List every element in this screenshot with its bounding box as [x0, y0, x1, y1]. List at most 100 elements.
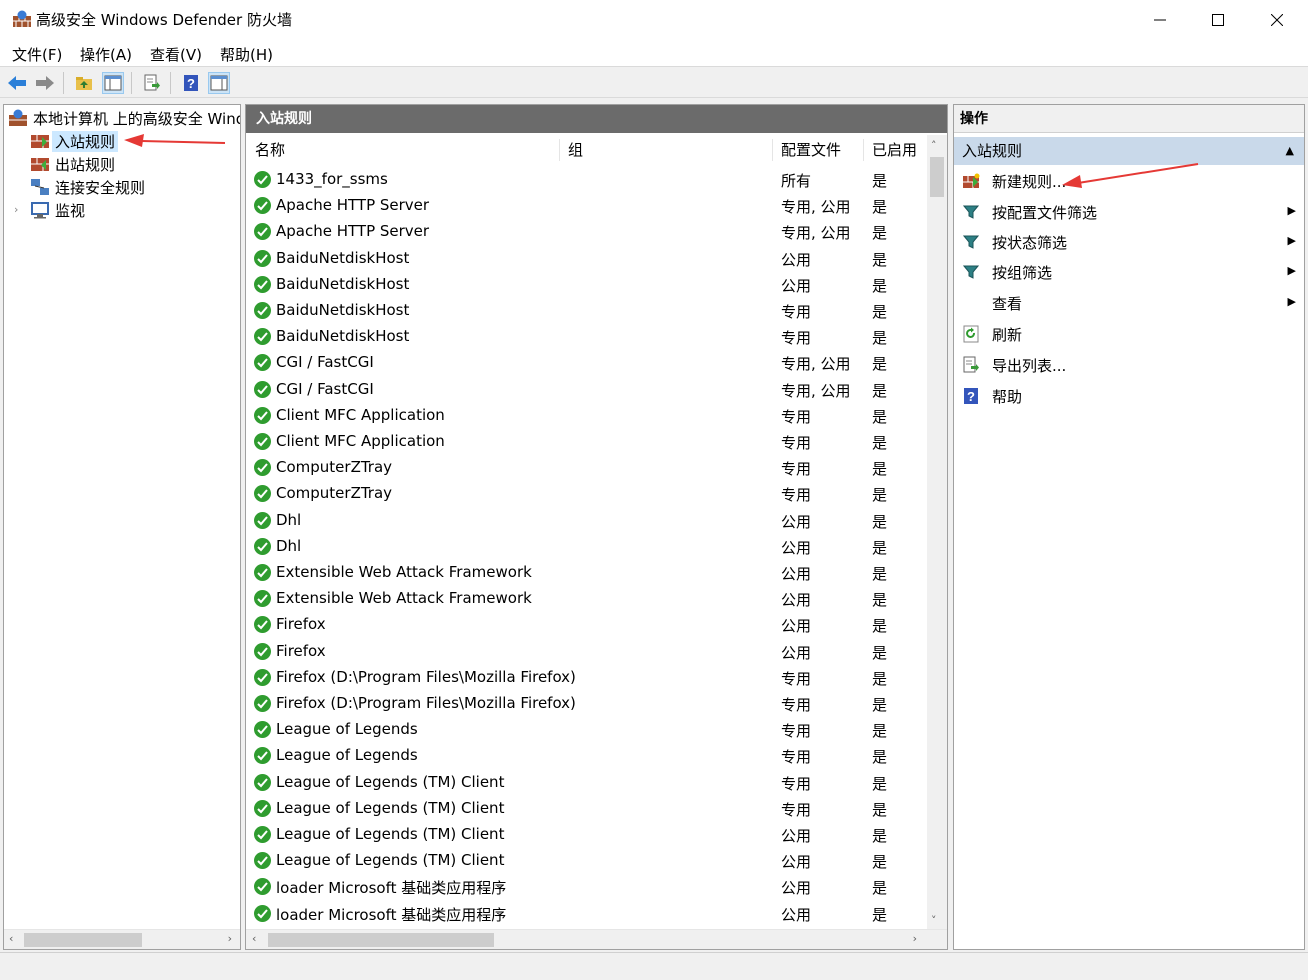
tree-horizontal-scrollbar[interactable]: ‹ ›: [4, 929, 240, 949]
scroll-left-icon[interactable]: ‹: [252, 932, 256, 945]
table-row[interactable]: League of Legends (TM) Client 公用 是: [246, 848, 926, 874]
tree-item-monitoring[interactable]: 监视: [30, 199, 85, 221]
action-help[interactable]: ? 帮助: [954, 382, 1304, 410]
action-filter-by-group[interactable]: 按组筛选 ▶: [954, 258, 1304, 286]
maximize-button[interactable]: [1188, 0, 1248, 40]
actions-section-inbound-rules[interactable]: 入站规则 ▲: [954, 137, 1304, 165]
table-row[interactable]: ComputerZTray 专用 是: [246, 481, 926, 507]
forward-button[interactable]: [34, 72, 56, 94]
table-row[interactable]: BaiduNetdiskHost 专用 是: [246, 298, 926, 324]
table-row[interactable]: CGI / FastCGI 专用, 公用 是: [246, 350, 926, 376]
action-filter-by-state[interactable]: 按状态筛选 ▶: [954, 228, 1304, 256]
table-row[interactable]: Firefox (D:\Program Files\Mozilla Firefo…: [246, 691, 926, 717]
action-label: 查看: [992, 295, 1023, 313]
table-row[interactable]: ComputerZTray 专用 是: [246, 455, 926, 481]
table-row[interactable]: Firefox (D:\Program Files\Mozilla Firefo…: [246, 665, 926, 691]
table-row[interactable]: League of Legends 专用 是: [246, 743, 926, 769]
enabled-check-icon: [254, 459, 271, 477]
column-header-name[interactable]: 名称: [255, 135, 285, 163]
up-folder-button[interactable]: [73, 72, 95, 94]
menu-view[interactable]: 查看(V): [150, 44, 202, 65]
action-refresh[interactable]: 刷新: [954, 320, 1304, 348]
table-row[interactable]: BaiduNetdiskHost 公用 是: [246, 246, 926, 272]
scroll-thumb[interactable]: [930, 157, 944, 197]
rules-vertical-scrollbar[interactable]: ˄ ˅: [927, 135, 947, 931]
minimize-button[interactable]: [1130, 0, 1190, 40]
column-header-profile[interactable]: 配置文件: [781, 135, 841, 163]
table-row[interactable]: CGI / FastCGI 专用, 公用 是: [246, 377, 926, 403]
table-row[interactable]: loader Microsoft 基础类应用程序 公用 是: [246, 874, 926, 900]
rule-enabled: 是: [872, 172, 888, 190]
show-tree-button[interactable]: [102, 72, 124, 94]
tree-root[interactable]: 本地计算机 上的高级安全 Windows Defender 防火墙: [8, 107, 240, 129]
action-view[interactable]: 查看 ▶: [954, 289, 1304, 317]
rules-horizontal-scrollbar[interactable]: ‹ ›: [246, 929, 947, 949]
table-row[interactable]: League of Legends (TM) Client 公用 是: [246, 822, 926, 848]
table-row[interactable]: Firefox 公用 是: [246, 639, 926, 665]
back-button[interactable]: [6, 72, 28, 94]
scroll-thumb[interactable]: [24, 933, 142, 947]
table-row[interactable]: Client MFC Application 专用 是: [246, 429, 926, 455]
table-row[interactable]: Extensible Web Attack Framework 公用 是: [246, 586, 926, 612]
rule-enabled: 是: [872, 853, 888, 872]
column-divider[interactable]: [863, 139, 864, 161]
enabled-check-icon: [254, 826, 271, 843]
table-row[interactable]: BaiduNetdiskHost 公用 是: [246, 272, 926, 298]
scroll-up-icon[interactable]: ˄: [931, 139, 937, 152]
rule-name: CGI / FastCGI: [276, 379, 374, 398]
menu-help[interactable]: 帮助(H): [220, 44, 273, 65]
action-filter-by-profile[interactable]: 按配置文件筛选 ▶: [954, 198, 1304, 226]
tree-item-inbound-rules[interactable]: 入站规则: [30, 130, 119, 152]
rule-name: League of Legends: [276, 720, 418, 739]
tree-item-connection-security-rules[interactable]: 连接安全规则: [30, 176, 145, 198]
rule-name: BaiduNetdiskHost: [276, 301, 410, 319]
column-divider[interactable]: [772, 139, 773, 161]
column-divider[interactable]: [559, 139, 560, 161]
scroll-thumb[interactable]: [268, 933, 494, 947]
column-header-group[interactable]: 组: [568, 135, 583, 163]
tree-item-outbound-rules[interactable]: 出站规则: [30, 153, 115, 175]
action-export-list[interactable]: 导出列表...: [954, 351, 1304, 379]
enabled-check-icon: [254, 537, 271, 555]
firewall-app-icon: [13, 10, 31, 27]
table-row[interactable]: BaiduNetdiskHost 专用 是: [246, 324, 926, 350]
table-row[interactable]: Apache HTTP Server 专用, 公用 是: [246, 193, 926, 219]
rule-enabled: 是: [872, 276, 888, 295]
window-title: 高级安全 Windows Defender 防火墙: [36, 11, 292, 29]
table-row[interactable]: Apache HTTP Server 专用, 公用 是: [246, 219, 926, 245]
table-row[interactable]: League of Legends (TM) Client 专用 是: [246, 770, 926, 796]
menu-file[interactable]: 文件(F): [12, 44, 62, 65]
enabled-check-icon: [254, 302, 271, 319]
show-action-pane-button[interactable]: [208, 72, 230, 94]
expand-arrow-icon[interactable]: ›: [14, 203, 18, 216]
scroll-right-icon[interactable]: ›: [228, 932, 232, 945]
table-row[interactable]: 1433_for_ssms 所有 是: [246, 167, 926, 193]
rule-enabled: 是: [872, 748, 888, 767]
help-icon: ?: [962, 387, 980, 405]
refresh-icon: [962, 325, 980, 343]
collapse-caret-icon[interactable]: ▲: [1286, 137, 1294, 165]
table-row[interactable]: League of Legends 专用 是: [246, 717, 926, 743]
action-label: 按配置文件筛选: [992, 204, 1098, 222]
rule-name: Dhl: [276, 536, 302, 555]
rule-enabled: 是: [872, 800, 888, 819]
rule-enabled: 是: [872, 827, 888, 845]
table-row[interactable]: Dhl 公用 是: [246, 508, 926, 534]
scroll-down-icon[interactable]: ˅: [931, 914, 937, 927]
rule-name: Extensible Web Attack Framework: [276, 563, 532, 581]
close-button[interactable]: [1247, 0, 1307, 40]
table-row[interactable]: Client MFC Application 专用 是: [246, 403, 926, 429]
table-row[interactable]: Dhl 公用 是: [246, 534, 926, 560]
column-header-enabled[interactable]: 已启用: [872, 135, 917, 163]
action-new-rule[interactable]: 新建规则...: [954, 167, 1304, 195]
filter-icon: [962, 263, 980, 281]
table-row[interactable]: Firefox 公用 是: [246, 612, 926, 638]
table-row[interactable]: Extensible Web Attack Framework 公用 是: [246, 560, 926, 586]
table-row[interactable]: loader Microsoft 基础类应用程序 公用 是: [246, 901, 926, 927]
help-button[interactable]: ?: [180, 72, 202, 94]
export-button[interactable]: [141, 72, 163, 94]
menu-action[interactable]: 操作(A): [80, 44, 132, 65]
scroll-right-icon[interactable]: ›: [913, 932, 917, 945]
scroll-left-icon[interactable]: ‹: [9, 932, 13, 945]
table-row[interactable]: League of Legends (TM) Client 专用 是: [246, 796, 926, 822]
